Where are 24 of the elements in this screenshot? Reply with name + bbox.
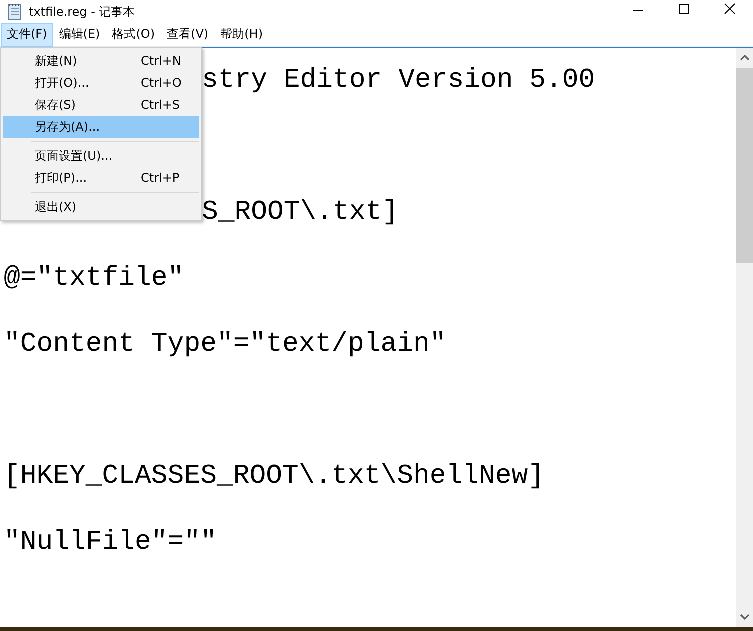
menu-item[interactable]: 打开(O)... Ctrl+O [3,72,199,94]
menu-item[interactable]: 新建(N) Ctrl+N [3,50,199,72]
menu-item[interactable]: 另存为(A)... [3,116,199,138]
menu-item[interactable]: 保存(S) Ctrl+S [3,94,199,116]
menu-item[interactable]: 打印(P)... Ctrl+P [3,167,199,189]
window-title: txtfile.reg - 记事本 [29,4,136,20]
text-line: "Content Type"="text/plain" [4,329,446,361]
notepad-icon [7,3,23,21]
menu-item[interactable]: 编辑(E) [53,23,106,47]
scroll-down-icon[interactable] [740,613,750,621]
scroll-thumb[interactable] [736,68,753,263]
menu-item[interactable]: 查看(V) [161,23,215,47]
text-line: S_ROOT\.txt] [202,197,399,229]
menu-item[interactable]: 退出(X) [3,196,199,218]
menu-item[interactable]: 文件(F) [1,23,54,47]
text-line: @="txtfile" [4,263,184,295]
menu-item[interactable]: 页面设置(U)... [3,145,199,167]
text-line: "NullFile"="" [4,527,217,559]
scrollbar[interactable] [736,48,753,627]
text-line: stry Editor Version 5.00 [202,65,596,97]
text-line: [HKEY_CLASSES_ROOT\.txt\ShellNew] [4,461,545,493]
scroll-up-icon[interactable] [740,54,750,62]
menu-item[interactable]: 帮助(H) [214,23,269,47]
menu-item[interactable]: 格式(O) [106,23,162,47]
